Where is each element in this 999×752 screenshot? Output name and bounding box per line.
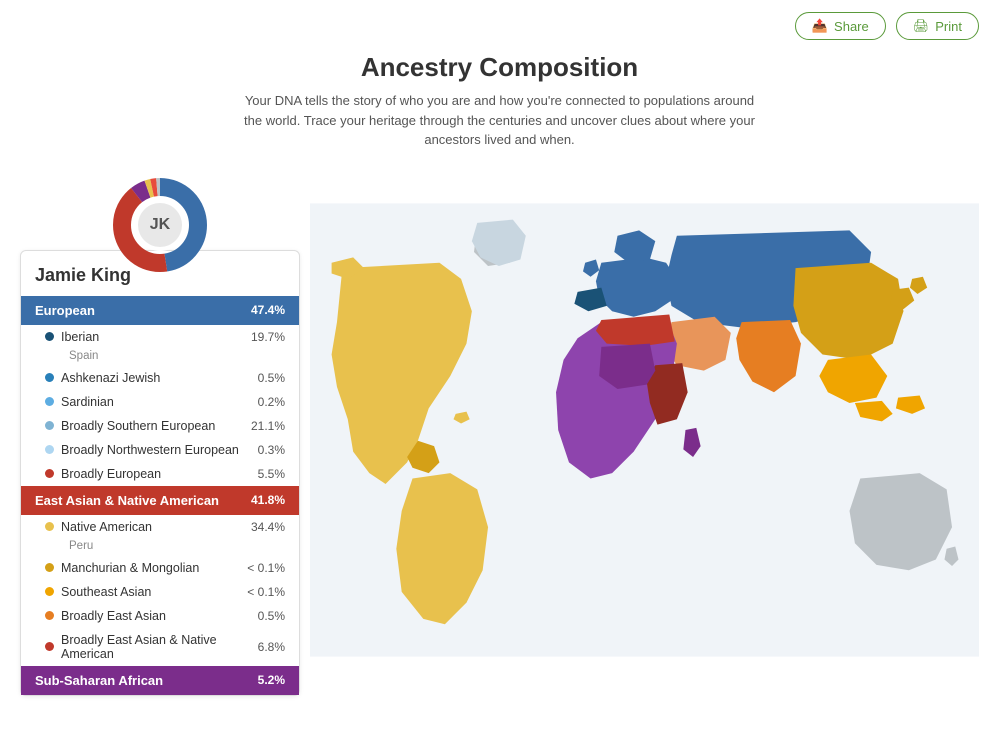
print-icon: 🖨 xyxy=(913,18,930,34)
person-initials: JK xyxy=(138,203,182,247)
broadly-southern-label-group: Broadly Southern European xyxy=(45,419,215,433)
native-american-dot xyxy=(45,522,54,531)
page-subtitle: Your DNA tells the story of who you are … xyxy=(240,91,760,150)
sub-saharan-pct: 5.2% xyxy=(258,673,285,687)
manchurian-label-group: Manchurian & Mongolian xyxy=(45,561,199,575)
broadly-east-asian-label: Broadly East Asian xyxy=(61,609,166,623)
ashkenazi-label: Ashkenazi Jewish xyxy=(61,371,160,385)
sub-row-iberian: Iberian 19.7% xyxy=(21,325,299,349)
broadly-southern-label: Broadly Southern European xyxy=(61,419,215,433)
broadly-european-dot xyxy=(45,469,54,478)
donut-chart: JK xyxy=(105,170,215,280)
southeast-asian-label: Southeast Asian xyxy=(61,585,151,599)
native-american-sub: Peru xyxy=(21,539,299,556)
southeast-asian-dot xyxy=(45,587,54,596)
sub-row-native-american: Native American 34.4% xyxy=(21,515,299,539)
world-map-svg xyxy=(310,170,979,690)
sub-row-broadly-southern: Broadly Southern European 21.1% xyxy=(21,414,299,438)
sub-row-southeast-asian: Southeast Asian < 0.1% xyxy=(21,580,299,604)
donut-wrapper: JK xyxy=(20,170,300,280)
sub-row-ashkenazi: Ashkenazi Jewish 0.5% xyxy=(21,366,299,390)
print-button[interactable]: 🖨 Print xyxy=(896,12,979,40)
manchurian-label: Manchurian & Mongolian xyxy=(61,561,199,575)
iberian-pct: 19.7% xyxy=(251,330,285,344)
european-pct: 47.4% xyxy=(251,303,285,317)
category-row-east-asian[interactable]: East Asian & Native American 41.8% xyxy=(21,486,299,515)
iberian-label: Iberian xyxy=(61,330,99,344)
broadly-east-asian-label-group: Broadly East Asian xyxy=(45,609,166,623)
sardinian-pct: 0.2% xyxy=(258,395,285,409)
sardinian-label-group: Sardinian xyxy=(45,395,114,409)
native-american-label-group: Native American xyxy=(45,520,152,534)
category-row-sub-saharan[interactable]: Sub-Saharan African 5.2% xyxy=(21,666,299,695)
broadly-nw-label-group: Broadly Northwestern European xyxy=(45,443,239,457)
broadly-east-asian-native-label-group: Broadly East Asian & Native American xyxy=(45,633,258,661)
iberian-dot xyxy=(45,332,54,341)
sardinian-dot xyxy=(45,397,54,406)
european-label: European xyxy=(35,303,95,318)
sub-row-broadly-european: Broadly European 5.5% xyxy=(21,462,299,486)
ashkenazi-pct: 0.5% xyxy=(258,371,285,385)
broadly-southern-dot xyxy=(45,421,54,430)
map-area xyxy=(310,170,979,696)
manchurian-dot xyxy=(45,563,54,572)
broadly-east-asian-native-dot xyxy=(45,642,54,651)
broadly-nw-pct: 0.3% xyxy=(258,443,285,457)
share-icon: 📤 xyxy=(812,18,828,34)
sub-row-sardinian: Sardinian 0.2% xyxy=(21,390,299,414)
share-button[interactable]: 📤 Share xyxy=(795,12,886,40)
ancestry-card: Jamie King European 47.4% Iberian 19.7% … xyxy=(20,250,300,696)
sub-row-broadly-east-asian-native: Broadly East Asian & Native American 6.8… xyxy=(21,628,299,666)
broadly-nw-dot xyxy=(45,445,54,454)
sardinian-label: Sardinian xyxy=(61,395,114,409)
sub-row-manchurian: Manchurian & Mongolian < 0.1% xyxy=(21,556,299,580)
east-asian-pct: 41.8% xyxy=(251,493,285,507)
ancestry-list: European 47.4% Iberian 19.7% Spain Ashke… xyxy=(21,296,299,695)
iberian-label-group: Iberian xyxy=(45,330,99,344)
share-label: Share xyxy=(834,19,869,34)
sub-saharan-label: Sub-Saharan African xyxy=(35,673,163,688)
manchurian-pct: < 0.1% xyxy=(247,561,285,575)
broadly-east-asian-native-pct: 6.8% xyxy=(258,640,285,654)
left-panel: JK Jamie King European 47.4% Iberian 19.… xyxy=(20,170,300,696)
print-label: Print xyxy=(935,19,962,34)
top-bar: 📤 Share 🖨 Print xyxy=(0,0,999,52)
broadly-european-pct: 5.5% xyxy=(258,467,285,481)
native-american-pct: 34.4% xyxy=(251,520,285,534)
broadly-east-asian-pct: 0.5% xyxy=(258,609,285,623)
southeast-asian-label-group: Southeast Asian xyxy=(45,585,151,599)
east-asian-label: East Asian & Native American xyxy=(35,493,219,508)
southeast-asian-pct: < 0.1% xyxy=(247,585,285,599)
iberian-sub: Spain xyxy=(21,349,299,366)
ashkenazi-label-group: Ashkenazi Jewish xyxy=(45,371,160,385)
sub-row-broadly-east-asian: Broadly East Asian 0.5% xyxy=(21,604,299,628)
broadly-east-asian-native-label: Broadly East Asian & Native American xyxy=(61,633,258,661)
page-title: Ancestry Composition xyxy=(0,52,999,83)
category-row-european[interactable]: European 47.4% xyxy=(21,296,299,325)
broadly-european-label-group: Broadly European xyxy=(45,467,161,481)
ashkenazi-dot xyxy=(45,373,54,382)
broadly-nw-label: Broadly Northwestern European xyxy=(61,443,239,457)
broadly-southern-pct: 21.1% xyxy=(251,419,285,433)
broadly-east-asian-dot xyxy=(45,611,54,620)
native-american-label: Native American xyxy=(61,520,152,534)
broadly-european-label: Broadly European xyxy=(61,467,161,481)
main-content: JK Jamie King European 47.4% Iberian 19.… xyxy=(0,170,999,716)
sub-row-broadly-nw: Broadly Northwestern European 0.3% xyxy=(21,438,299,462)
